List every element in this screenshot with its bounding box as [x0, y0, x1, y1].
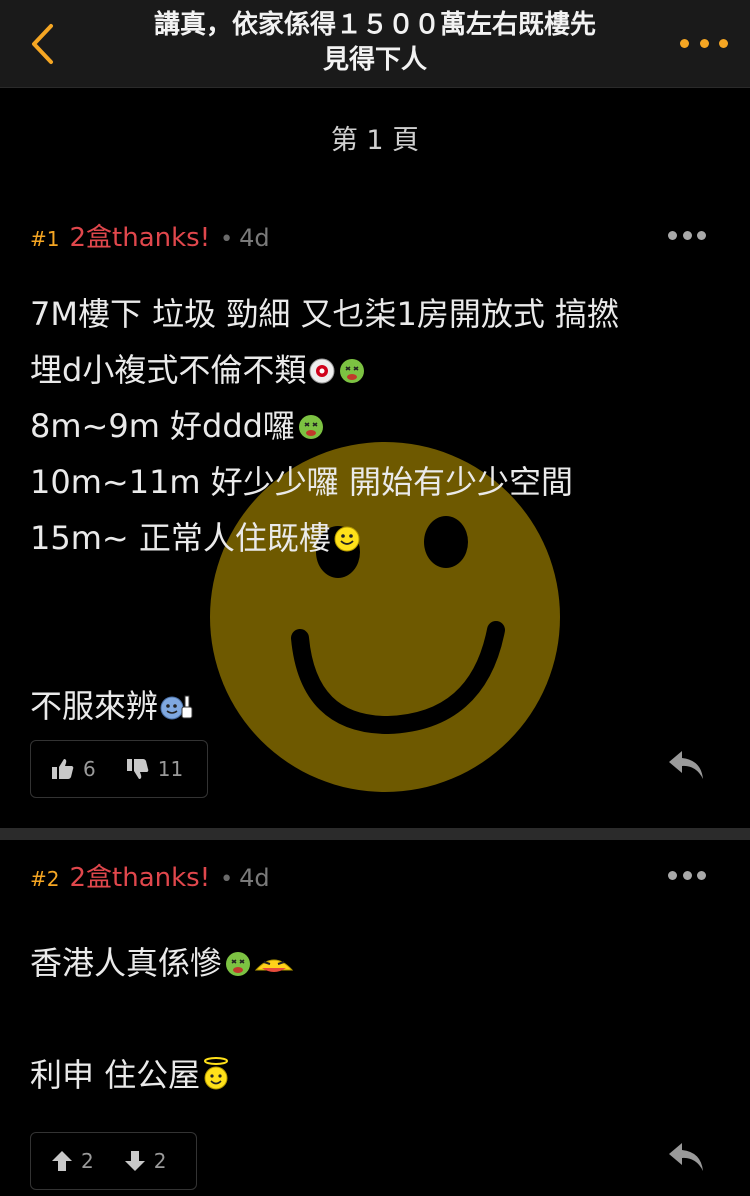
post-number: #2	[30, 867, 60, 891]
upvote-count: 2	[81, 1149, 94, 1173]
upvote-button[interactable]: 2	[51, 1149, 94, 1173]
sick-emoji-icon	[226, 952, 251, 976]
post-content: 香港人真係慘 利申 住公屋	[30, 935, 730, 1103]
like-button[interactable]: 6	[51, 757, 96, 781]
like-count: 6	[83, 757, 96, 781]
reply-arrow-icon	[669, 1143, 703, 1171]
back-button[interactable]	[22, 22, 62, 66]
content-line: 15m~ 正常人住既樓	[30, 510, 730, 566]
downvote-button[interactable]: 2	[124, 1149, 167, 1173]
smile-emoji-icon	[334, 526, 360, 552]
dislike-count: 11	[157, 757, 184, 781]
post-meta: #2 2盒thanks! • 4d	[30, 857, 270, 894]
thread-title: 講真，依家係得１５００萬左右既樓先 見得下人	[100, 8, 650, 78]
sick-emoji-icon	[340, 359, 365, 383]
content-line: 埋d小複式不倫不類	[30, 342, 730, 398]
downvote-count: 2	[153, 1149, 167, 1173]
reply-arrow-icon	[669, 751, 703, 779]
vote-box: 2 2	[30, 1132, 197, 1190]
reply-button[interactable]	[666, 1140, 706, 1174]
post-meta: #1 2盒thanks! • 4d	[30, 217, 270, 254]
post-divider	[0, 828, 750, 840]
thumbs-up-emoji-icon	[160, 695, 193, 720]
author-name[interactable]: 2盒thanks!	[69, 217, 210, 254]
post-age: 4d	[239, 864, 270, 892]
thread-title-line-2: 見得下人	[322, 45, 427, 75]
content-line: 10m~11m 好少少囉 開始有少少空間	[30, 463, 573, 501]
post-age: 4d	[239, 224, 270, 252]
content-line: 香港人真係慘	[30, 935, 730, 991]
vote-box: 6 11	[30, 740, 208, 798]
more-options-button[interactable]	[680, 26, 728, 60]
angel-emoji-icon	[204, 1057, 229, 1090]
post-1: #1 2盒thanks! • 4d 7M樓下 垃圾 勁細 又乜柒1房開放式 搞撚…	[0, 200, 750, 828]
author-name[interactable]: 2盒thanks!	[69, 857, 210, 894]
crying-emoji-icon	[254, 959, 294, 972]
post-more-button[interactable]	[668, 868, 706, 882]
content-line: 不服來辨	[30, 678, 730, 734]
top-bar: 講真，依家係得１５００萬左右既樓先 見得下人	[0, 0, 750, 88]
content-line: 利申 住公屋	[30, 1047, 730, 1103]
ellipsis-icon	[668, 230, 677, 240]
ellipsis-icon	[668, 870, 677, 880]
thumbs-down-icon	[126, 759, 149, 779]
ellipsis-icon	[680, 38, 689, 48]
content-line: 7M樓下 垃圾 勁細 又乜柒1房開放式 搞撚	[30, 295, 620, 333]
reply-button[interactable]	[666, 748, 706, 782]
meta-separator: •	[220, 867, 234, 892]
thumbs-up-icon	[52, 759, 74, 779]
post-content: 7M樓下 垃圾 勁細 又乜柒1房開放式 搞撚 埋d小複式不倫不類 8m~9m 好…	[30, 286, 730, 734]
post-number: #1	[30, 227, 60, 251]
page-label: 第 1 頁	[330, 125, 420, 156]
sick-emoji-icon	[299, 415, 323, 439]
arrow-up-icon	[52, 1151, 72, 1171]
chevron-left-icon	[32, 24, 53, 64]
content-line: 8m~9m 好ddd囉	[30, 398, 730, 454]
post-2: #2 2盒thanks! • 4d 香港人真係慘 利申 住公屋 2 2	[0, 840, 750, 1196]
post-more-button[interactable]	[668, 228, 706, 242]
arrow-down-icon	[124, 1151, 145, 1171]
meta-separator: •	[220, 227, 234, 252]
dislike-button[interactable]: 11	[126, 757, 183, 781]
surprised-emoji-icon	[309, 358, 335, 384]
thread-title-line-1: 講真，依家係得１５００萬左右既樓先	[153, 10, 596, 40]
